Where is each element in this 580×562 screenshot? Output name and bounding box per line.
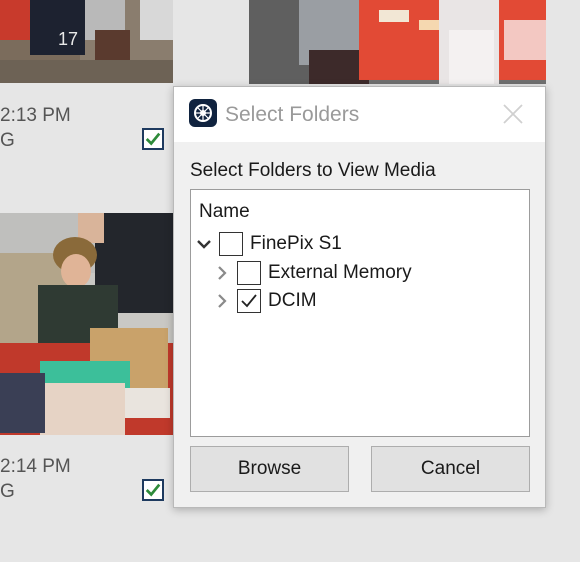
tree-label-finepix: FinePix S1: [250, 233, 342, 254]
close-button[interactable]: [501, 102, 525, 126]
photo-thumbnail-2[interactable]: [249, 0, 546, 84]
photo-select-checkbox-2[interactable]: [142, 479, 164, 501]
close-icon: [503, 104, 523, 124]
chevron-right-icon[interactable]: [213, 264, 231, 282]
photo-time-1: 2:13 PM: [0, 105, 71, 126]
dialog-prompt: Select Folders to View Media: [190, 160, 436, 181]
tree-label-dcim: DCIM: [268, 290, 317, 311]
folder-tree[interactable]: Name FinePix S1 External Memory DCIM: [190, 189, 530, 437]
tree-checkbox-dcim[interactable]: [237, 289, 261, 313]
tree-checkbox-external-memory[interactable]: [237, 261, 261, 285]
svg-text:17: 17: [58, 29, 78, 49]
column-header-name[interactable]: Name: [199, 201, 250, 223]
checkmark-icon: [145, 483, 161, 497]
app-logo-icon: [189, 99, 217, 127]
photo-thumbnail-3[interactable]: [0, 213, 173, 435]
tree-item-finepix[interactable]: FinePix S1: [195, 231, 342, 257]
photo-select-checkbox-1[interactable]: [142, 128, 164, 150]
dialog-titlebar[interactable]: Select Folders: [174, 87, 545, 142]
photo-time-2: 2:14 PM: [0, 456, 71, 477]
dialog-title: Select Folders: [225, 103, 360, 126]
tree-checkbox-finepix[interactable]: [219, 232, 243, 256]
chevron-right-icon[interactable]: [213, 292, 231, 310]
photo-thumbnail-1[interactable]: 17: [0, 0, 173, 83]
photo-filetype-2: G: [0, 481, 15, 502]
tree-label-external-memory: External Memory: [268, 262, 412, 283]
browse-button[interactable]: Browse: [190, 446, 349, 492]
select-folders-dialog: Select Folders Select Folders to View Me…: [173, 86, 546, 508]
cancel-button[interactable]: Cancel: [371, 446, 530, 492]
checkmark-icon: [145, 132, 161, 146]
checkmark-icon: [241, 294, 257, 308]
chevron-down-icon[interactable]: [195, 235, 213, 253]
photo-filetype-1: G: [0, 130, 15, 151]
tree-item-external-memory[interactable]: External Memory: [213, 260, 412, 286]
tree-item-dcim[interactable]: DCIM: [213, 288, 317, 314]
